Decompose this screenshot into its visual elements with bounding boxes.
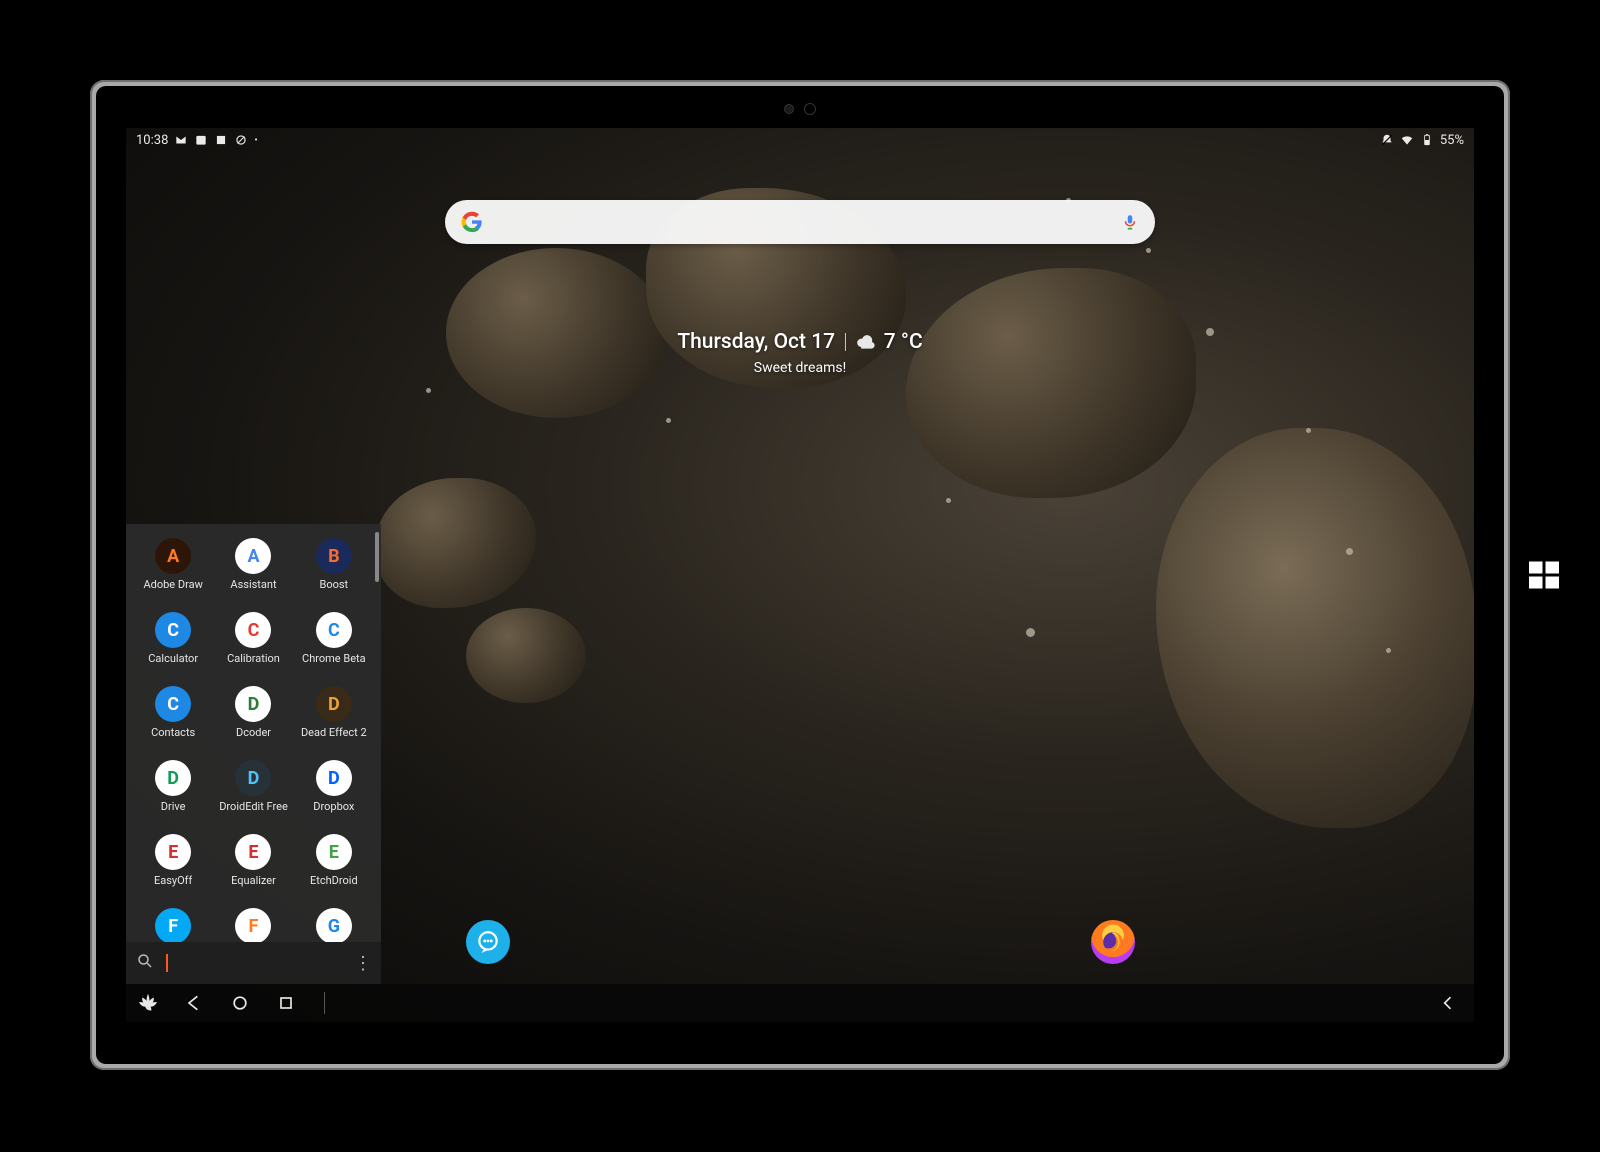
- more-notifications-dot: •: [254, 135, 257, 146]
- tablet-frame: 10:38 • 55%: [90, 80, 1510, 1070]
- greeting-text: Sweet dreams!: [677, 360, 922, 376]
- drawer-overflow-icon[interactable]: ⋮: [354, 953, 371, 974]
- app-icon: C: [235, 612, 271, 648]
- app-icon: D: [316, 760, 352, 796]
- app-label: EasyOff: [154, 874, 192, 887]
- battery-percent: 55%: [1440, 133, 1464, 148]
- app-icon: C: [155, 686, 191, 722]
- voice-search-icon[interactable]: [1121, 211, 1139, 233]
- date-text: Thursday, Oct 17: [677, 330, 835, 354]
- app-dcoder[interactable]: D Dcoder: [214, 686, 292, 756]
- status-bar[interactable]: 10:38 • 55%: [126, 128, 1474, 152]
- dock-app-firefox[interactable]: [1091, 920, 1135, 964]
- app-icon: C: [155, 612, 191, 648]
- google-search-widget[interactable]: [445, 200, 1155, 244]
- windows-hardware-button[interactable]: [1526, 557, 1562, 593]
- nav-expand-button[interactable]: [1434, 989, 1462, 1017]
- weather-cloud-icon: [856, 333, 876, 351]
- app-label: Dropbox: [313, 800, 354, 813]
- app-label: Assistant: [230, 578, 276, 591]
- app-droidedit-free[interactable]: D DroidEdit Free: [214, 760, 292, 830]
- app-adobe-draw[interactable]: A Adobe Draw: [134, 538, 212, 608]
- app-calibration[interactable]: C Calibration: [214, 612, 292, 682]
- app-drawer-grid[interactable]: AAdobe DrawAAssistantBBoostCCalculatorCC…: [126, 524, 381, 942]
- app-drive[interactable]: D Drive: [134, 760, 212, 830]
- android-screen: 10:38 • 55%: [126, 128, 1474, 1022]
- app-label: Drive: [161, 800, 186, 813]
- front-camera: [740, 104, 860, 114]
- search-cursor: [166, 954, 168, 972]
- app-icon: E: [235, 834, 271, 870]
- app-label: DroidEdit Free: [219, 800, 288, 813]
- app-etchdroid[interactable]: E EtchDroid: [295, 834, 373, 904]
- app-assistant[interactable]: A Assistant: [214, 538, 292, 608]
- app-label: Boost: [319, 578, 348, 591]
- launcher-button[interactable]: [134, 989, 162, 1017]
- back-button[interactable]: [180, 989, 208, 1017]
- app-label: Contacts: [151, 726, 195, 739]
- nav-divider: [324, 992, 325, 1014]
- app-icon: D: [235, 760, 271, 796]
- gmail-notification-icon: [174, 133, 188, 147]
- app-icon: E: [316, 834, 352, 870]
- app-icon: F: [235, 908, 271, 942]
- navigation-bar: [126, 984, 1474, 1022]
- tablet-bezel: 10:38 • 55%: [96, 86, 1504, 1064]
- app-icon: A: [155, 538, 191, 574]
- temperature-text: 7 °C: [884, 330, 923, 354]
- dock-app-messages[interactable]: [466, 920, 510, 964]
- dnd-icon: [1380, 133, 1394, 147]
- app-dead-effect-2[interactable]: D Dead Effect 2: [295, 686, 373, 756]
- app-icon: C: [316, 612, 352, 648]
- home-button[interactable]: [226, 989, 254, 1017]
- app-icon: D: [155, 760, 191, 796]
- app-icon: G: [316, 908, 352, 942]
- battery-icon: [1420, 133, 1434, 147]
- app-dropbox[interactable]: D Dropbox: [295, 760, 373, 830]
- app-contacts[interactable]: C Contacts: [134, 686, 212, 756]
- app-icon: F: [155, 908, 191, 942]
- google-logo-icon: [461, 211, 483, 233]
- recents-button[interactable]: [272, 989, 300, 1017]
- app-label: Calculator: [148, 652, 198, 665]
- screenshot-notification-icon: [214, 133, 228, 147]
- app-chrome-beta[interactable]: C Chrome Beta: [295, 612, 373, 682]
- app-equalizer[interactable]: E Equalizer: [214, 834, 292, 904]
- app-label: EtchDroid: [310, 874, 358, 887]
- drawer-scrollbar[interactable]: [375, 532, 379, 582]
- app-gboard[interactable]: GGboard: [295, 908, 373, 942]
- app-files[interactable]: FFiles: [134, 908, 212, 942]
- app-icon: D: [316, 686, 352, 722]
- app-icon: B: [316, 538, 352, 574]
- app-easyoff[interactable]: E EasyOff: [134, 834, 212, 904]
- app-label: Chrome Beta: [302, 652, 366, 665]
- app-icon: A: [235, 538, 271, 574]
- app-label: Dead Effect 2: [301, 726, 367, 739]
- app-label: Equalizer: [231, 874, 276, 887]
- app-icon: E: [155, 834, 191, 870]
- date-weather-widget[interactable]: Thursday, Oct 17 | 7 °C Sweet dreams!: [677, 330, 922, 376]
- drawer-search-bar[interactable]: ⋮: [126, 942, 381, 984]
- calendar-notification-icon: [194, 133, 208, 147]
- status-left: 10:38 •: [136, 133, 258, 148]
- app-label: Calibration: [227, 652, 280, 665]
- app-icon: D: [235, 686, 271, 722]
- app-label: Adobe Draw: [143, 578, 202, 591]
- app-calculator[interactable]: C Calculator: [134, 612, 212, 682]
- app-label: Dcoder: [236, 726, 271, 739]
- app-boost[interactable]: B Boost: [295, 538, 373, 608]
- search-icon: [136, 952, 154, 974]
- app-firefox[interactable]: FFirefox: [214, 908, 292, 942]
- wifi-icon: [1400, 133, 1414, 147]
- app-drawer: AAdobe DrawAAssistantBBoostCCalculatorCC…: [126, 524, 381, 984]
- status-right: 55%: [1380, 133, 1464, 148]
- wallpaper: [446, 248, 666, 418]
- status-clock: 10:38: [136, 133, 168, 148]
- rotation-lock-icon: [234, 133, 248, 147]
